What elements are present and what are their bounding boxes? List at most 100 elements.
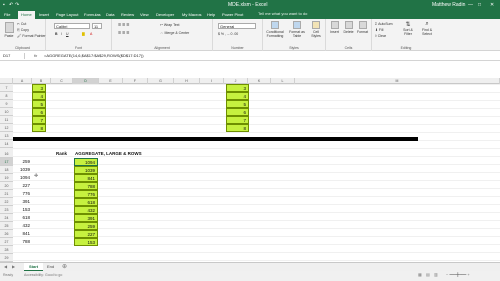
cell-b9[interactable]: 5 xyxy=(32,100,46,108)
format-button[interactable]: Format xyxy=(356,21,369,34)
accessibility-status[interactable]: Accessibility: Good to go xyxy=(24,271,62,279)
underline-button[interactable]: U xyxy=(66,32,69,36)
page-break-view-icon[interactable]: ▥ xyxy=(434,271,438,279)
align-top-icon[interactable]: ☰ ☰ ☰ xyxy=(118,23,129,27)
cell-b8[interactable]: 4 xyxy=(32,92,46,100)
cell-d18[interactable]: 1039 xyxy=(74,166,98,174)
tab-power-pivot[interactable]: Power Pivot xyxy=(222,11,243,19)
font-name-select[interactable]: Calibri xyxy=(54,23,90,29)
row-header[interactable]: 17 xyxy=(0,158,13,166)
align-left-icon[interactable]: ☰ ☰ ☰ xyxy=(118,31,129,35)
cell-b7[interactable]: 3 xyxy=(32,84,46,92)
row-header[interactable]: 25 xyxy=(0,222,13,230)
insert-button[interactable]: Insert xyxy=(328,21,341,34)
row-header[interactable]: 12 xyxy=(0,124,13,132)
cell-b11[interactable]: 7 xyxy=(32,116,46,124)
cell-d24[interactable]: 391 xyxy=(74,214,98,222)
tab-view[interactable]: View xyxy=(140,11,149,19)
name-box[interactable]: D17 xyxy=(1,53,25,59)
row-header[interactable]: 13 xyxy=(0,132,13,140)
row-header[interactable]: 19 xyxy=(0,174,13,182)
sheet-tab-end[interactable]: End xyxy=(42,263,59,271)
font-size-select[interactable]: 11 xyxy=(92,23,102,29)
delete-button[interactable]: Delete xyxy=(342,21,355,34)
cell-a26[interactable]: 841 xyxy=(13,230,32,238)
cell-d17[interactable]: 1094 xyxy=(74,158,98,166)
copy-button[interactable]: ⎘ Copy xyxy=(17,28,29,32)
cell-a27[interactable]: 788 xyxy=(13,238,32,246)
row-header[interactable]: 16 xyxy=(0,150,13,158)
italic-button[interactable]: I xyxy=(61,32,62,36)
sort-filter-button[interactable]: ⇅ Sort & Filter xyxy=(399,21,417,36)
tab-file[interactable]: File xyxy=(4,11,10,19)
cell-d25[interactable]: 259 xyxy=(74,222,98,230)
tab-review[interactable]: Review xyxy=(121,11,134,19)
number-format-icons[interactable]: $ % , ←0 .00 xyxy=(218,32,238,36)
cell-d21[interactable]: 776 xyxy=(74,190,98,198)
paste-button[interactable]: Paste xyxy=(3,22,15,38)
normal-view-icon[interactable]: ▦ xyxy=(418,271,422,279)
row-header[interactable]: 9 xyxy=(0,100,13,108)
bold-button[interactable]: B xyxy=(55,32,58,36)
tell-me-box[interactable]: Tell me what you want to do xyxy=(258,11,307,16)
cell-k10[interactable]: 6 xyxy=(226,108,249,116)
cell-d27[interactable]: 153 xyxy=(74,238,98,246)
tab-insert[interactable]: Insert xyxy=(39,11,49,19)
add-sheet-icon[interactable]: ⊕ xyxy=(62,263,67,271)
row-header[interactable]: 21 xyxy=(0,190,13,198)
find-select-button[interactable]: ⌕ Find & Select xyxy=(418,21,436,36)
cell-a18[interactable]: 1039 xyxy=(13,166,32,174)
aggregate-header[interactable]: AGGREGATE, LARGE & ROWS xyxy=(75,150,145,158)
row-header[interactable]: 11 xyxy=(0,116,13,124)
tab-formulas[interactable]: Formulas xyxy=(84,11,101,19)
row-header[interactable]: 7 xyxy=(0,84,13,92)
tab-home[interactable]: Home xyxy=(18,11,35,19)
cut-button[interactable]: ✂ Cut xyxy=(17,22,26,26)
wrap-text-button[interactable]: ↩ Wrap Text xyxy=(160,23,180,27)
cell-b12[interactable]: 8 xyxy=(32,124,46,132)
minimize-icon[interactable]: — xyxy=(468,2,473,8)
row-header[interactable]: 10 xyxy=(0,108,13,116)
row-header[interactable]: 8 xyxy=(0,92,13,100)
prev-sheet-icon[interactable]: ◀ xyxy=(4,263,7,271)
font-color-icon[interactable]: A xyxy=(90,32,92,36)
tab-developer[interactable]: Developer xyxy=(156,11,174,19)
cell-a24[interactable]: 618 xyxy=(13,214,32,222)
row-header[interactable]: 26 xyxy=(0,230,13,238)
number-format-select[interactable]: General xyxy=(218,23,256,29)
fill-button[interactable]: ⬇ Fill xyxy=(375,28,383,32)
row-header[interactable]: 18 xyxy=(0,166,13,174)
redo-icon[interactable]: ↷ xyxy=(15,2,19,8)
cell-d19[interactable]: 841 xyxy=(74,174,98,182)
fx-icon[interactable]: fx xyxy=(34,53,37,59)
user-name[interactable]: Matthew Radin xyxy=(432,2,465,8)
row-header[interactable]: 24 xyxy=(0,214,13,222)
row-header[interactable]: 14 xyxy=(0,140,13,148)
cell-a22[interactable]: 391 xyxy=(13,198,32,206)
zoom-slider[interactable]: − ━━━╋━━━ + xyxy=(446,271,470,279)
row-header[interactable]: 20 xyxy=(0,182,13,190)
row-header[interactable]: 29 xyxy=(0,254,13,262)
rank-label[interactable]: Rank xyxy=(56,150,74,158)
tab-page-layout[interactable]: Page Layout xyxy=(56,11,78,19)
cell-a23[interactable]: 153 xyxy=(13,206,32,214)
cell-k9[interactable]: 5 xyxy=(226,100,249,108)
row-header[interactable]: 28 xyxy=(0,246,13,254)
cell-a21[interactable]: 776 xyxy=(13,190,32,198)
cell-k7[interactable]: 3 xyxy=(226,84,249,92)
cell-k11[interactable]: 7 xyxy=(226,116,249,124)
cell-styles-button[interactable]: Cell Styles xyxy=(308,21,324,38)
save-icon[interactable]: ▪ xyxy=(3,2,5,8)
row-header[interactable]: 23 xyxy=(0,206,13,214)
cell-b10[interactable]: 6 xyxy=(32,108,46,116)
tab-help[interactable]: Help xyxy=(207,11,215,19)
close-icon[interactable]: ✕ xyxy=(490,2,494,8)
cell-k12[interactable]: 8 xyxy=(226,124,249,132)
maximize-icon[interactable]: □ xyxy=(478,2,481,8)
sheet-tab-start[interactable]: Start xyxy=(24,263,44,271)
autosum-button[interactable]: Σ AutoSum xyxy=(375,22,393,26)
clear-button[interactable]: ◊ Clear xyxy=(375,34,386,38)
cell-k8[interactable]: 4 xyxy=(226,92,249,100)
undo-icon[interactable]: ↶ xyxy=(9,2,13,8)
cell-a19[interactable]: 1094 xyxy=(13,174,32,182)
